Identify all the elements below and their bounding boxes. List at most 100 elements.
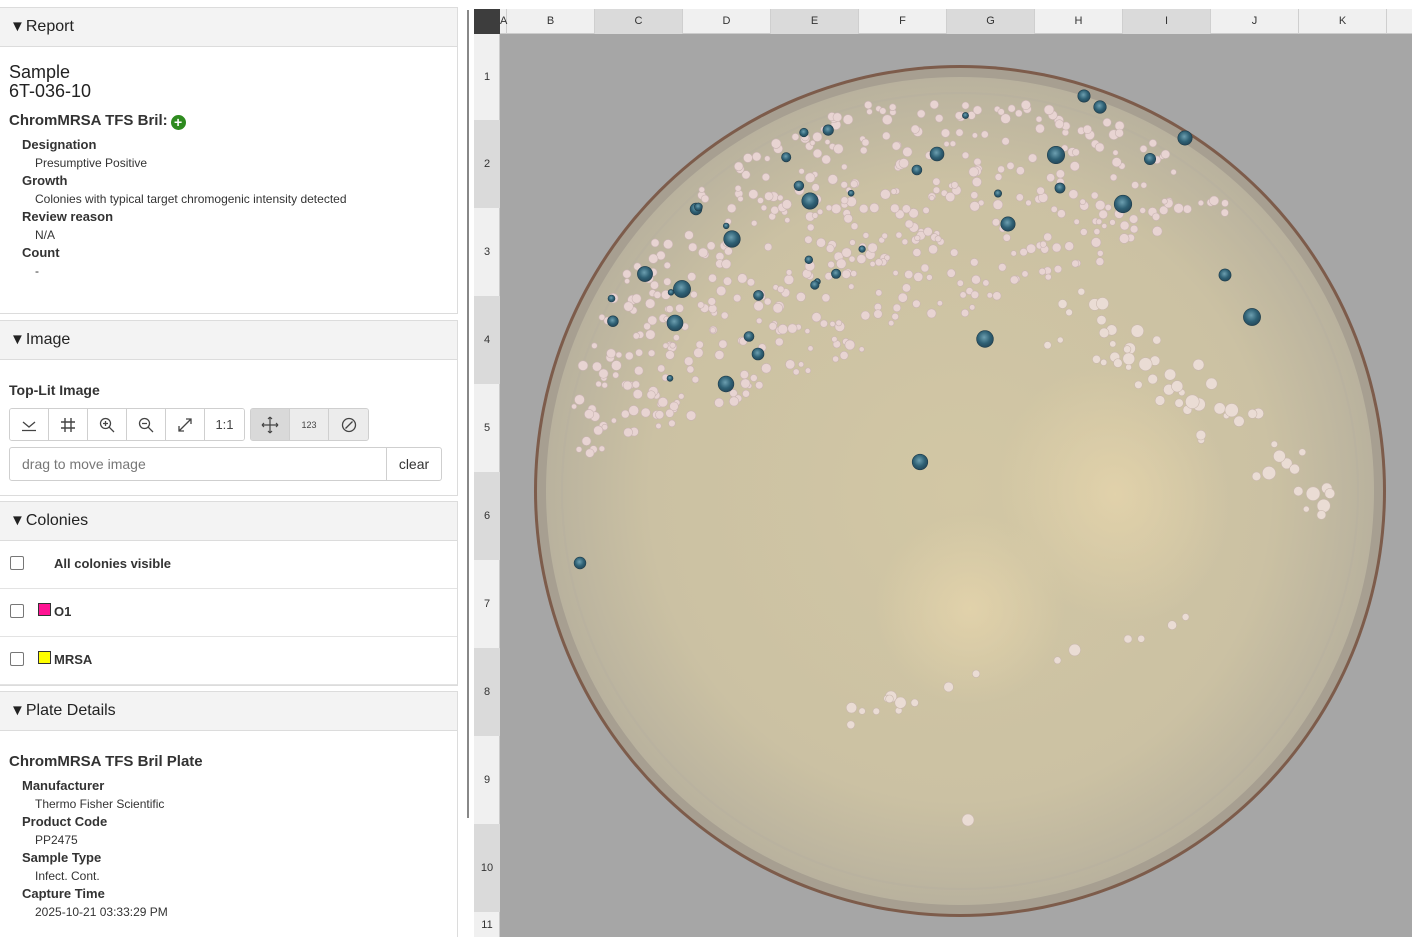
colony bbox=[1115, 128, 1124, 138]
colony bbox=[968, 166, 979, 178]
colony bbox=[784, 217, 791, 224]
colony bbox=[812, 148, 823, 159]
drag-instruction-input[interactable]: drag to move image bbox=[9, 447, 387, 481]
move-mode-button[interactable] bbox=[251, 409, 290, 440]
colony bbox=[971, 132, 978, 139]
colony bbox=[881, 114, 893, 125]
colony bbox=[799, 127, 809, 138]
colony bbox=[694, 202, 703, 212]
colony bbox=[811, 183, 820, 192]
column-label: K bbox=[1299, 9, 1387, 34]
colony bbox=[1053, 265, 1063, 274]
mrsa-label: MRSA bbox=[54, 652, 93, 667]
count-mode-button[interactable]: 123 bbox=[290, 409, 329, 440]
field-label-review-reason: Review reason bbox=[22, 209, 114, 224]
colony bbox=[1100, 358, 1108, 366]
zoom-in-button[interactable] bbox=[88, 409, 127, 440]
colony bbox=[910, 124, 920, 134]
colony bbox=[867, 242, 878, 253]
colony bbox=[1035, 123, 1045, 134]
row-label: 4 bbox=[474, 296, 500, 384]
image-header[interactable]: ▼Image bbox=[0, 321, 457, 360]
colony bbox=[923, 226, 933, 237]
colony bbox=[785, 359, 796, 370]
plate-details-header[interactable]: ▼Plate Details bbox=[0, 692, 457, 731]
colony bbox=[860, 310, 871, 321]
colony bbox=[872, 707, 880, 715]
colony bbox=[1109, 219, 1116, 226]
colony bbox=[611, 417, 617, 424]
o1-checkbox[interactable] bbox=[10, 604, 24, 618]
colony bbox=[781, 199, 792, 210]
colony bbox=[598, 368, 609, 379]
colony bbox=[801, 192, 819, 210]
colony bbox=[1185, 394, 1200, 409]
colony bbox=[777, 194, 784, 202]
colony bbox=[880, 189, 891, 200]
colony bbox=[739, 370, 749, 380]
row-label: 1 bbox=[483, 71, 491, 83]
expand-button[interactable] bbox=[166, 409, 205, 440]
colony bbox=[850, 270, 858, 277]
colony bbox=[764, 191, 774, 201]
colony bbox=[936, 300, 943, 307]
download-button[interactable] bbox=[10, 409, 49, 440]
colony bbox=[858, 346, 865, 353]
colony bbox=[751, 347, 765, 361]
colony bbox=[684, 230, 694, 240]
colonies-header[interactable]: ▼Colonies bbox=[0, 502, 457, 541]
colony bbox=[688, 242, 698, 252]
mrsa-color-swatch bbox=[38, 651, 51, 664]
actual-size-button[interactable]: 1:1 bbox=[205, 409, 244, 440]
mrsa-checkbox[interactable] bbox=[10, 652, 24, 666]
mode-button-group: 123 bbox=[250, 408, 369, 441]
download-icon bbox=[22, 421, 36, 431]
colony bbox=[631, 293, 642, 304]
colony bbox=[717, 375, 735, 393]
colony bbox=[845, 702, 858, 714]
colony bbox=[885, 694, 894, 704]
clear-button[interactable]: clear bbox=[386, 447, 442, 481]
colony bbox=[687, 272, 697, 282]
colony bbox=[1077, 89, 1091, 103]
colony bbox=[1035, 115, 1043, 123]
colony bbox=[635, 348, 643, 357]
colony bbox=[650, 238, 660, 248]
plus-circle-icon[interactable]: + bbox=[170, 115, 186, 130]
ban-mode-button[interactable] bbox=[329, 409, 368, 440]
plate-image[interactable] bbox=[500, 34, 1412, 937]
colony bbox=[1233, 415, 1245, 427]
colony bbox=[753, 300, 764, 312]
zoom-out-button[interactable] bbox=[127, 409, 166, 440]
grid-button[interactable] bbox=[49, 409, 88, 440]
colony bbox=[841, 247, 852, 258]
colony bbox=[1020, 100, 1031, 111]
left-panel-scrollbar[interactable] bbox=[467, 10, 469, 818]
field-label-designation: Designation bbox=[22, 137, 97, 152]
colony bbox=[571, 403, 577, 410]
all-colonies-checkbox[interactable] bbox=[10, 556, 24, 570]
report-section: ▼Report Sample 6T-036-10 ChromMRSA TFS B… bbox=[0, 7, 458, 314]
colony bbox=[737, 273, 748, 284]
colony bbox=[663, 239, 674, 250]
report-header[interactable]: ▼Report bbox=[0, 8, 457, 47]
colony bbox=[1195, 429, 1207, 441]
colony bbox=[945, 192, 956, 203]
colony bbox=[708, 304, 718, 314]
colony bbox=[743, 331, 755, 342]
colony bbox=[922, 206, 930, 214]
colony bbox=[916, 109, 926, 119]
colony bbox=[1174, 398, 1184, 408]
row-label: 11 bbox=[481, 918, 493, 931]
colony bbox=[795, 291, 806, 302]
colony bbox=[750, 374, 758, 382]
colony bbox=[1007, 104, 1016, 113]
colony bbox=[695, 340, 704, 349]
colony bbox=[926, 308, 937, 319]
image-viewer[interactable]: ABCDEFGHIJK 1 2 3 4 5 6 7 8 9 10 11 bbox=[474, 9, 1412, 937]
colony bbox=[839, 350, 849, 360]
colony bbox=[783, 274, 795, 285]
colony bbox=[727, 203, 737, 214]
colony bbox=[997, 108, 1005, 116]
colony bbox=[1079, 198, 1086, 206]
